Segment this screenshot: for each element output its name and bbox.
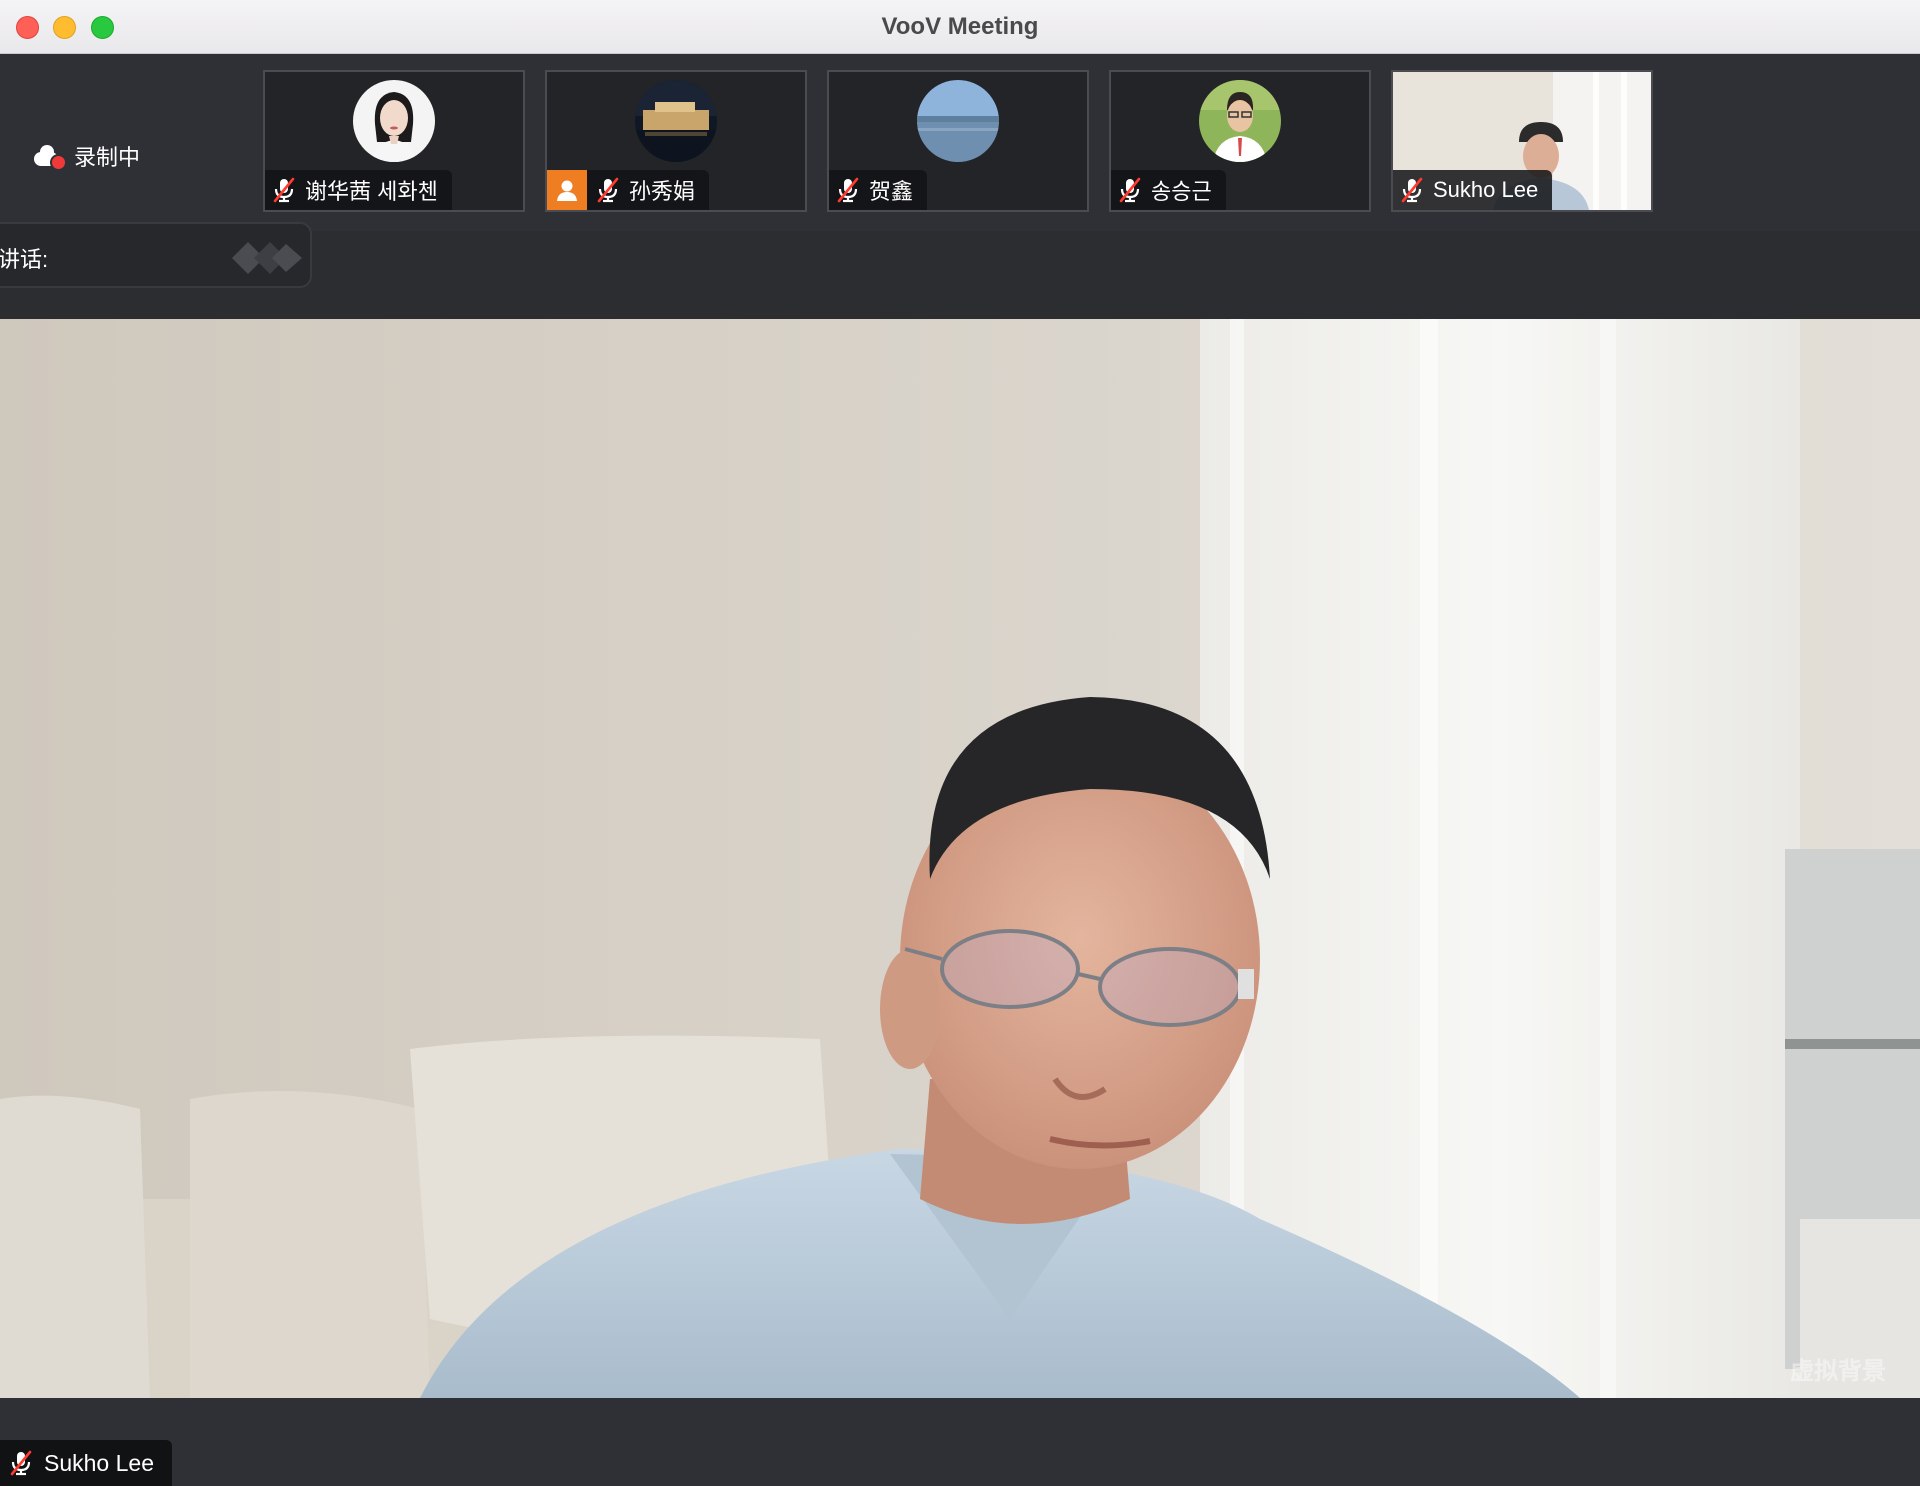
cloud-record-icon	[34, 144, 67, 171]
avatar	[635, 80, 717, 162]
main-speaker-name-tag: Sukho Lee	[0, 1440, 172, 1486]
mic-muted-icon[interactable]	[595, 176, 621, 204]
main-speaker-name: Sukho Lee	[44, 1449, 154, 1476]
mic-muted-icon[interactable]	[835, 176, 861, 204]
participant-name-tag: 孙秀娟	[547, 170, 710, 210]
participant-name: 孙秀娟	[629, 179, 696, 204]
avatar	[917, 80, 999, 162]
mic-muted-icon[interactable]	[271, 176, 297, 204]
avatar	[353, 80, 435, 162]
mic-muted-icon[interactable]	[1399, 176, 1425, 204]
speaking-label: 讲话:	[0, 247, 49, 272]
window-title: VooV Meeting	[881, 13, 1039, 40]
mic-muted-icon[interactable]	[8, 1449, 34, 1477]
speaker-video-feed	[0, 319, 1920, 1398]
participant-name-tag: Sukho Lee	[1393, 170, 1553, 210]
participant-tile[interactable]: 孙秀娟	[545, 70, 807, 212]
participant-name-tag: 谢华茜 세화첸	[265, 170, 452, 210]
participant-tile[interactable]: 송승근	[1109, 70, 1371, 212]
user-icon	[547, 170, 587, 210]
participant-name-tag: 송승근	[1111, 170, 1226, 210]
participant-name-tag: 贺鑫	[829, 170, 928, 210]
speaking-panel[interactable]: 讲话:	[0, 222, 312, 288]
mic-muted-icon[interactable]	[1117, 176, 1143, 204]
bottom-bar	[0, 1398, 1920, 1486]
participant-video-tile[interactable]: Sukho Lee	[1391, 70, 1653, 212]
virtual-background-watermark: 虚拟背景	[1790, 1358, 1886, 1385]
participant-name: Sukho Lee	[1433, 177, 1539, 202]
main-speaker-video[interactable]	[0, 319, 1920, 1398]
title-bar: VooV Meeting	[0, 0, 1920, 54]
participant-name: 谢华茜 세화첸	[305, 179, 438, 204]
participant-name: 송승근	[1151, 179, 1212, 204]
speaker-wave-icon	[232, 242, 302, 274]
participant-name: 贺鑫	[869, 179, 914, 204]
recording-indicator[interactable]: 录制中	[34, 140, 140, 172]
recording-label: 录制中	[74, 145, 141, 170]
participant-tile[interactable]: 谢华茜 세화첸	[263, 70, 525, 212]
avatar	[1199, 80, 1281, 162]
participant-tile[interactable]: 贺鑫	[827, 70, 1089, 212]
